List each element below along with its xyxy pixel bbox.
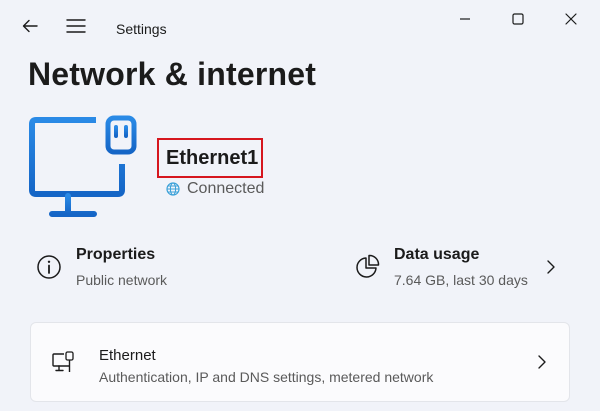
properties-title: Properties [76, 246, 156, 263]
minimize-button[interactable] [442, 4, 488, 34]
pie-chart-icon [356, 254, 380, 278]
data-usage-title: Data usage [394, 246, 480, 263]
info-icon [37, 255, 61, 279]
connection-name: Ethernet1 [157, 138, 263, 178]
ethernet-monitor-icon [29, 115, 137, 222]
close-button[interactable] [548, 4, 594, 34]
status-text: Connected [187, 180, 265, 197]
chevron-right-icon [538, 355, 546, 369]
ethernet-port-icon [52, 351, 74, 372]
properties-link[interactable]: Properties Public network [36, 244, 326, 294]
connection-status: Connected [166, 179, 264, 199]
chevron-right-icon [547, 260, 555, 274]
hamburger-icon [66, 19, 86, 33]
globe-icon [166, 182, 180, 196]
back-button[interactable] [16, 12, 44, 40]
properties-subtitle: Public network [76, 272, 168, 288]
page-title: Network & internet [28, 56, 317, 92]
minimize-icon [460, 18, 470, 20]
data-usage-subtitle: 7.64 GB, last 30 days [394, 272, 528, 288]
data-usage-link[interactable]: Data usage 7.64 GB, last 30 days [354, 244, 574, 294]
maximize-icon [512, 13, 524, 25]
settings-window: Settings Network & internet Ethernet1 Co… [0, 0, 600, 411]
title-bar: Settings [0, 0, 600, 50]
close-icon [565, 13, 577, 25]
maximize-button[interactable] [495, 4, 541, 34]
arrow-left-icon [22, 19, 38, 33]
ethernet-card-subtitle: Authentication, IP and DNS settings, met… [99, 369, 434, 385]
ethernet-settings-card[interactable]: Ethernet Authentication, IP and DNS sett… [30, 322, 570, 402]
ethernet-card-title: Ethernet [99, 347, 156, 364]
navigation-menu-button[interactable] [62, 12, 90, 40]
app-title: Settings [116, 21, 167, 37]
